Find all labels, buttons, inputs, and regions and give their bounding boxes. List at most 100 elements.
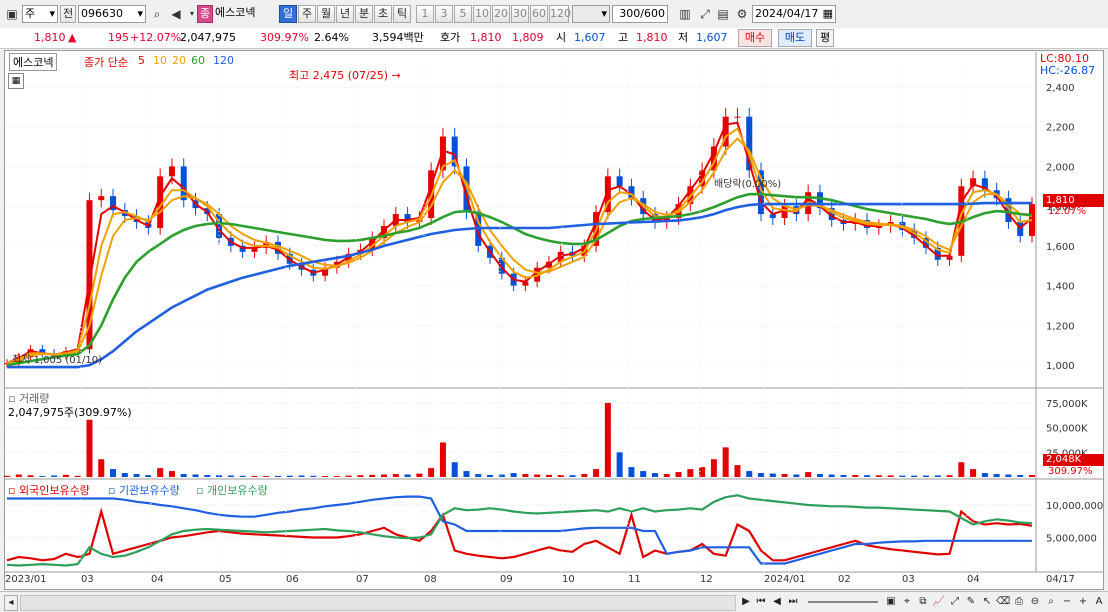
holding-legend-item[interactable]: ▫ 기관보유수량 [108,482,180,498]
ma-period-label[interactable]: 120 [213,54,234,67]
last-volume-pct: 309.97% [1048,466,1093,477]
ma-period-label[interactable]: 5 [138,54,145,67]
volume-bar [864,475,871,477]
volume-bar [934,475,941,477]
volume-bar [758,473,765,477]
volume-tick-label: 75,000K [1046,399,1088,410]
volume-bar [74,475,81,477]
volume-bar [357,475,364,477]
x-tick-label: 09 [500,574,513,585]
draw-icon[interactable]: ✎ [964,595,978,609]
volume-bar [487,475,494,477]
volume-bar [581,474,588,477]
volume-bar [840,475,847,477]
volume-bar [157,468,164,477]
volume-bar [439,442,446,477]
select-icon[interactable]: ↖ [980,595,994,609]
volume-bar [145,475,152,477]
back-icon[interactable]: ◀ [770,595,784,609]
candle-body [180,166,187,201]
x-tick-label: 02 [838,574,851,585]
forward-icon[interactable]: ⏭ [786,595,800,609]
volume-bar [27,475,34,477]
ma-period-label[interactable]: 60 [191,54,205,67]
scrollbar-track[interactable] [20,595,736,611]
zoom-out-icon[interactable]: ⊖ [1028,595,1042,609]
volume-bar [722,447,729,477]
holding-legend-item[interactable]: ▫ 외국인보유수량 [8,482,90,498]
volume-bar [286,475,293,477]
volume-bar [121,473,128,477]
volume-bar [522,474,529,477]
volume-bar [239,475,246,477]
chart-canvas[interactable]: 1,0001,2001,4001,6001,8002,0002,2002,400… [0,0,1108,590]
copy-icon[interactable]: ⧉ [916,595,930,609]
font-size-icon[interactable]: A [1092,595,1106,609]
stock-tag[interactable]: 에스코넥 [9,53,58,71]
bottom-toolbar: ◂ ▶ ⏮ ◀ ⏭ ▣ ⌖ ⧉ 📈 ⤢ ✎ ↖ ⌫ ⎙ ⊖ ⌕ − + A [0,591,1108,612]
volume-bar [475,474,482,477]
volume-bar [557,475,564,477]
volume-bar [298,475,305,477]
volume-bar [651,473,658,477]
plus-icon[interactable]: + [1076,595,1090,609]
volume-bar [946,475,953,477]
print-icon[interactable]: ⎙ [1012,595,1026,609]
dividend-note: 배당락(0.00%) [714,179,782,190]
x-tick-label: 04 [151,574,164,585]
volume-bar [687,469,694,477]
ma-period-label[interactable]: 10 [153,54,167,67]
volume-bar [911,475,918,477]
volume-bar [852,475,859,477]
volume-bar [416,473,423,477]
zoom-slider[interactable] [808,601,878,603]
layout-icon[interactable]: ▣ [884,595,898,609]
volume-bar [1005,474,1012,477]
volume-bar [392,474,399,477]
price-tick-label: 2,200 [1046,123,1075,134]
ma-period-label[interactable]: 20 [172,54,186,67]
candle-body [616,176,623,187]
x-tick-label: 04 [967,574,980,585]
chart-icon[interactable]: 📈 [932,595,946,609]
candle-body [781,206,788,219]
holding-series-line [6,507,1033,562]
volume-bar [98,459,105,477]
volume-bar [510,473,517,477]
scroll-left-icon[interactable]: ◂ [4,595,18,611]
volume-bar [710,459,717,477]
play-icon[interactable]: ▶ [740,595,752,609]
x-tick-label: 11 [628,574,641,585]
volume-bar [640,471,647,477]
last-volume-badge: 2,048K [1043,454,1104,466]
grid-toggle-icon[interactable]: ▦ [8,73,24,89]
rewind-icon[interactable]: ⏮ [754,595,768,609]
volume-bar [204,475,211,477]
ma-label: 종가 단순 [84,56,128,69]
volume-bar [816,474,823,477]
x-tick-label: 06 [286,574,299,585]
holding-legend-label: 개인보유수량 [203,484,268,497]
last-pct: 12.07% [1048,206,1087,217]
high-note: 최고 2,475 (07/25) → [289,67,401,83]
minus-icon[interactable]: − [1060,595,1074,609]
volume-bar [887,475,894,477]
tool-icon[interactable]: ⤢ [948,595,962,609]
volume-bar [805,472,812,477]
volume-bar [922,475,929,477]
volume-bar [4,475,10,477]
crosshair-icon[interactable]: ⌖ [900,595,914,609]
volume-bar [227,475,234,477]
volume-bar [593,469,600,477]
volume-bar [15,474,22,477]
candle-body [734,116,741,118]
x-tick-label: 03 [902,574,915,585]
magnifier-icon[interactable]: ⌕ [1044,595,1058,609]
volume-bar [970,469,977,477]
holding-tick-label: 10,000,000 [1046,501,1103,512]
holding-legend-item[interactable]: ▫ 개인보유수량 [196,482,268,498]
eraser-icon[interactable]: ⌫ [996,595,1010,609]
volume-bar [993,474,1000,477]
volume-bar [451,462,458,477]
x-tick-label: 12 [700,574,713,585]
